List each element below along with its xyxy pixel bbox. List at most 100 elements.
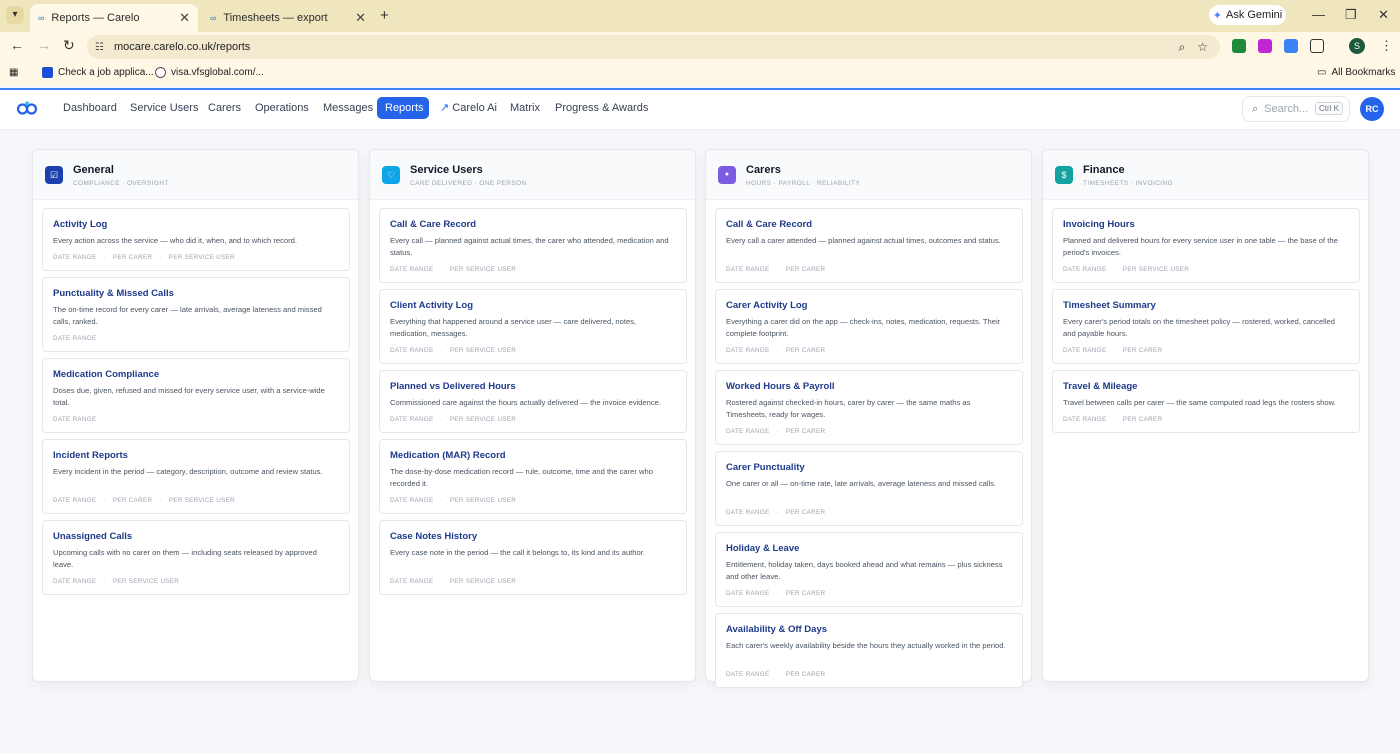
carelo-logo-icon[interactable] bbox=[16, 100, 38, 116]
report-card[interactable]: Medication Compliance Doses due, given, r… bbox=[42, 358, 350, 433]
close-tab-icon[interactable]: ✕ bbox=[355, 10, 366, 26]
sparkle-arrow-icon: ↗ bbox=[440, 102, 450, 114]
url-text[interactable]: mocare.carelo.co.uk/reports bbox=[114, 41, 1179, 53]
nav-carers[interactable]: Carers bbox=[200, 97, 249, 119]
tag-separator: · bbox=[776, 347, 779, 354]
folder-icon: ▭ bbox=[1317, 67, 1327, 78]
close-window-icon[interactable]: ✕ bbox=[1378, 7, 1389, 23]
user-avatar[interactable]: RC bbox=[1360, 97, 1384, 121]
column-subtitle: CARE DELIVERED · ONE PERSON bbox=[410, 180, 527, 187]
tab-title: Timesheets — export bbox=[223, 12, 328, 24]
browser-profile-avatar[interactable]: S bbox=[1349, 38, 1365, 54]
nav-service-users[interactable]: Service Users bbox=[122, 97, 206, 119]
report-tag: DATE RANGE bbox=[390, 266, 434, 273]
report-tag: PER SERVICE USER bbox=[1122, 266, 1190, 273]
report-card-title: Case Notes History bbox=[390, 531, 478, 542]
nav-reports[interactable]: Reports bbox=[377, 97, 429, 119]
report-card[interactable]: Availability & Off Days Each carer's week… bbox=[715, 613, 1023, 688]
bookmark-label: Check a job applica... bbox=[58, 67, 154, 78]
app-search-input[interactable]: ⌕ Search... Ctrl K bbox=[1242, 96, 1350, 122]
report-card[interactable]: Activity Log Every action across the serv… bbox=[42, 208, 350, 271]
report-card[interactable]: Travel & Mileage Travel between calls per… bbox=[1052, 370, 1360, 433]
close-tab-icon[interactable]: ✕ bbox=[179, 10, 190, 26]
nav-messages[interactable]: Messages bbox=[315, 97, 381, 119]
report-card[interactable]: Medication (MAR) Record The dose-by-dose … bbox=[379, 439, 687, 514]
search-shortcut-badge: Ctrl K bbox=[1315, 102, 1343, 115]
report-card-description: The on-time record for every carer — lat… bbox=[53, 305, 322, 326]
report-card-title: Client Activity Log bbox=[390, 300, 474, 311]
report-card[interactable]: Incident Reports Every incident in the pe… bbox=[42, 439, 350, 514]
report-card-title: Availability & Off Days bbox=[726, 624, 828, 635]
tag-separator: · bbox=[776, 590, 779, 597]
report-tag: PER SERVICE USER bbox=[449, 578, 517, 585]
extension-icon[interactable] bbox=[1258, 39, 1272, 53]
nav-carelo-ai[interactable]: ↗ Carelo Ai bbox=[432, 97, 505, 119]
report-tag: PER SERVICE USER bbox=[449, 416, 517, 423]
tab-search-menu-icon[interactable]: ▾ bbox=[6, 6, 24, 24]
browser-tab-reports[interactable]: ∞ Reports — Carelo ✕ bbox=[30, 4, 198, 32]
downloads-icon[interactable] bbox=[1284, 39, 1298, 53]
report-card[interactable]: Worked Hours & Payroll Rostered against c… bbox=[715, 370, 1023, 445]
nav-dashboard[interactable]: Dashboard bbox=[55, 97, 125, 119]
nav-operations[interactable]: Operations bbox=[247, 97, 317, 119]
report-card[interactable]: Holiday & Leave Entitlement, holiday take… bbox=[715, 532, 1023, 607]
report-card[interactable]: Planned vs Delivered Hours Commissioned c… bbox=[379, 370, 687, 433]
all-bookmarks-folder[interactable]: ▭ All Bookmarks bbox=[1317, 67, 1395, 78]
report-tag: DATE RANGE bbox=[53, 254, 97, 261]
apps-grid-icon[interactable]: ▦ bbox=[9, 67, 18, 78]
new-tab-icon[interactable]: + bbox=[380, 7, 389, 24]
download-extension-icon[interactable] bbox=[1232, 39, 1246, 53]
back-icon[interactable]: ← bbox=[10, 37, 24, 53]
browser-tab-bar: ▾ ∞ Reports — Carelo ✕ ∞ Timesheets — ex… bbox=[0, 0, 1400, 32]
report-card-title: Holiday & Leave bbox=[726, 543, 800, 554]
report-tag: DATE RANGE bbox=[53, 578, 97, 585]
zoom-icon[interactable]: ⌕ bbox=[1179, 40, 1186, 55]
report-card[interactable]: Carer Punctuality One carer or all — on-t… bbox=[715, 451, 1023, 526]
address-bar[interactable]: ☷ mocare.carelo.co.uk/reports ⌕ ☆ bbox=[87, 35, 1220, 59]
tag-separator: · bbox=[440, 266, 443, 273]
report-card-title: Worked Hours & Payroll bbox=[726, 381, 835, 392]
report-card-title: Punctuality & Missed Calls bbox=[53, 288, 174, 299]
report-tag: DATE RANGE bbox=[1063, 266, 1107, 273]
report-tag: DATE RANGE bbox=[726, 509, 770, 516]
report-card-description: Each carer's weekly availability beside … bbox=[726, 641, 1006, 650]
report-card-tags: DATE RANGE · PER CARER · PER SERVICE USER bbox=[53, 497, 235, 504]
bookmark-favicon-icon bbox=[155, 67, 166, 78]
report-card-description: Rostered against checked-in hours, carer… bbox=[726, 398, 971, 419]
report-card[interactable]: Unassigned Calls Upcoming calls with no c… bbox=[42, 520, 350, 595]
report-card[interactable]: Case Notes History Every case note in the… bbox=[379, 520, 687, 595]
puzzle-extensions-icon[interactable] bbox=[1310, 39, 1324, 53]
report-card[interactable]: Invoicing Hours Planned and delivered hou… bbox=[1052, 208, 1360, 283]
report-tag: DATE RANGE bbox=[390, 416, 434, 423]
report-card[interactable]: Punctuality & Missed Calls The on-time re… bbox=[42, 277, 350, 352]
nav-progress-awards[interactable]: Progress & Awards bbox=[547, 97, 656, 119]
ask-gemini-button[interactable]: ✦ Ask Gemini bbox=[1209, 5, 1286, 25]
restore-icon[interactable]: ❐ bbox=[1345, 7, 1357, 23]
report-tag: PER SERVICE USER bbox=[449, 266, 517, 273]
bookmark-star-icon[interactable]: ☆ bbox=[1197, 40, 1208, 54]
report-card-tags: DATE RANGE · PER CARER bbox=[726, 266, 825, 273]
site-info-icon[interactable]: ☷ bbox=[95, 42, 104, 53]
minimize-icon[interactable]: — bbox=[1312, 7, 1325, 22]
report-card[interactable]: Carer Activity Log Everything a carer did… bbox=[715, 289, 1023, 364]
browser-menu-icon[interactable]: ⋮ bbox=[1380, 38, 1393, 54]
report-card-title: Invoicing Hours bbox=[1063, 219, 1135, 230]
forward-icon[interactable]: → bbox=[37, 37, 51, 53]
report-card[interactable]: Call & Care Record Every call — planned a… bbox=[379, 208, 687, 283]
report-card-tags: DATE RANGE bbox=[53, 416, 96, 423]
column-header: ● Carers HOURS · PAYROLL · RELIABILITY bbox=[706, 150, 1031, 200]
bookmark-item[interactable]: visa.vfsglobal.com/... bbox=[155, 67, 264, 78]
report-card[interactable]: Client Activity Log Everything that happe… bbox=[379, 289, 687, 364]
report-tag: PER CARER bbox=[112, 497, 153, 504]
tag-separator: · bbox=[159, 254, 162, 261]
carelo-favicon-icon: ∞ bbox=[210, 13, 217, 23]
report-card[interactable]: Timesheet Summary Every carer's period to… bbox=[1052, 289, 1360, 364]
report-card-description: Every action across the service — who di… bbox=[53, 236, 297, 245]
reload-icon[interactable]: ↻ bbox=[63, 37, 75, 54]
bookmark-item[interactable]: Check a job applica... bbox=[42, 67, 154, 78]
tag-separator: · bbox=[1113, 347, 1116, 354]
browser-tab-timesheets[interactable]: ∞ Timesheets — export ✕ bbox=[202, 4, 374, 32]
nav-matrix[interactable]: Matrix bbox=[502, 97, 548, 119]
report-card[interactable]: Call & Care Record Every call a carer att… bbox=[715, 208, 1023, 283]
report-tag: DATE RANGE bbox=[726, 347, 770, 354]
